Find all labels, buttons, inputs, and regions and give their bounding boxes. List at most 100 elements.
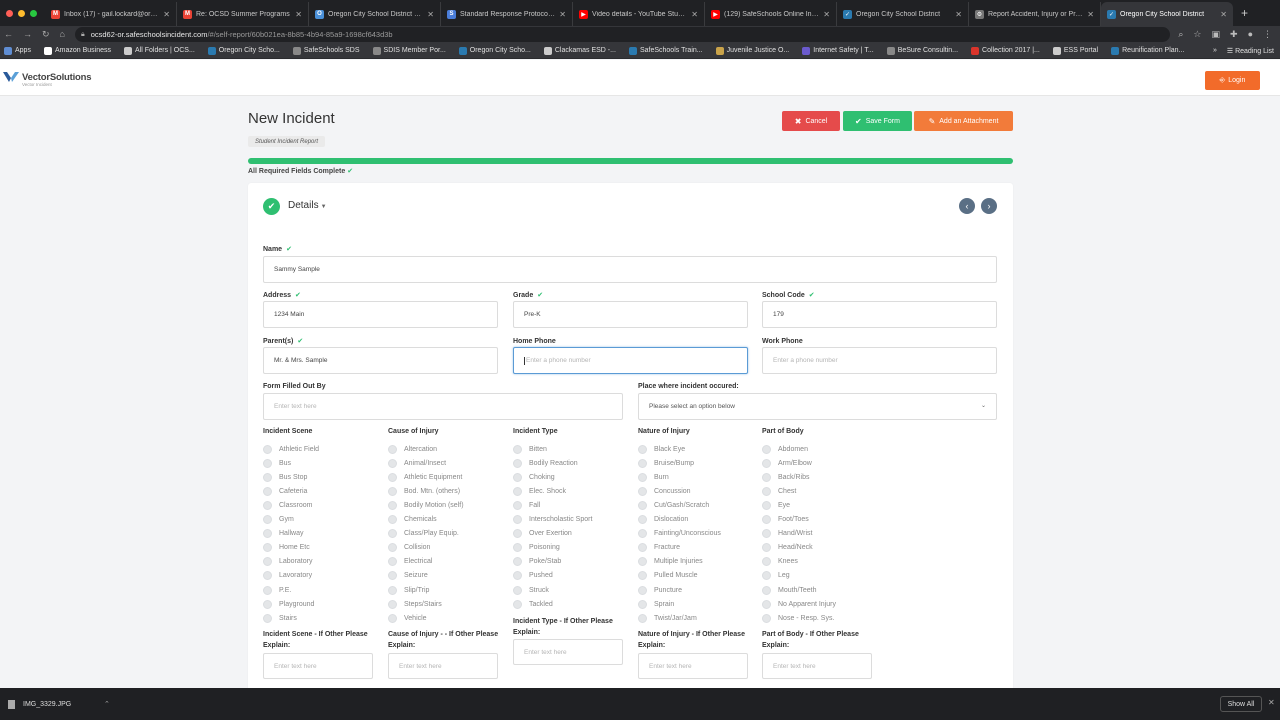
close-tab-icon[interactable]: ✕: [1087, 10, 1094, 19]
menu-icon[interactable]: ⋮: [1263, 29, 1272, 40]
option-radio[interactable]: Nose - Resp. Sys.: [762, 613, 834, 623]
radio-circle-icon[interactable]: [762, 444, 771, 454]
radio-circle-icon[interactable]: [762, 613, 771, 623]
bookmark-item[interactable]: Amazon Business: [43, 46, 111, 55]
bookmark-item[interactable]: Oregon City Scho...: [458, 46, 531, 55]
close-tab-icon[interactable]: ✕: [295, 10, 302, 19]
option-radio[interactable]: Tackled: [513, 599, 553, 609]
radio-circle-icon[interactable]: [388, 500, 397, 510]
option-radio[interactable]: Bodily Reaction: [513, 458, 578, 468]
bookmark-item[interactable]: Collection 2017 |...: [971, 46, 1040, 55]
browser-tab[interactable]: ✓ Oregon City School District ✕: [837, 2, 969, 26]
bookmark-item[interactable]: Reunification Plan...: [1111, 46, 1184, 55]
puzzle-icon[interactable]: ✚: [1230, 29, 1238, 40]
radio-circle-icon[interactable]: [513, 500, 522, 510]
radio-circle-icon[interactable]: [388, 515, 397, 524]
work-phone-input[interactable]: Enter a phone number: [762, 347, 997, 374]
option-radio[interactable]: Classroom: [263, 500, 312, 510]
radio-circle-icon[interactable]: [263, 571, 272, 581]
close-tab-icon[interactable]: ✕: [1220, 10, 1227, 19]
browser-tab[interactable]: ▶ (129) SafeSchools Online Incid ✕: [705, 2, 837, 26]
option-radio[interactable]: Cafeteria: [263, 486, 307, 496]
search-icon[interactable]: ⌕: [1178, 29, 1183, 40]
radio-circle-icon[interactable]: [638, 585, 647, 595]
option-radio[interactable]: Athletic Equipment: [388, 472, 462, 482]
close-tab-icon[interactable]: ✕: [955, 10, 962, 19]
radio-circle-icon[interactable]: [762, 500, 771, 510]
option-radio[interactable]: Dislocation: [638, 515, 688, 525]
radio-circle-icon[interactable]: [263, 444, 272, 454]
option-radio[interactable]: Back/Ribs: [762, 472, 810, 482]
radio-circle-icon[interactable]: [762, 458, 771, 468]
radio-circle-icon[interactable]: [638, 529, 647, 539]
radio-circle-icon[interactable]: [263, 486, 272, 496]
radio-circle-icon[interactable]: [263, 557, 272, 567]
radio-circle-icon[interactable]: [762, 571, 771, 581]
bookmark-item[interactable]: Oregon City Scho...: [207, 46, 280, 55]
explain-input[interactable]: Enter text here: [638, 653, 748, 679]
explain-input[interactable]: Enter text here: [513, 639, 623, 665]
option-radio[interactable]: Gym: [263, 515, 294, 525]
radio-circle-icon[interactable]: [638, 613, 647, 623]
explain-input[interactable]: Enter text here: [388, 653, 498, 679]
option-radio[interactable]: Pushed: [513, 571, 553, 581]
option-radio[interactable]: Mouth/Teeth: [762, 585, 817, 595]
login-button[interactable]: ⎆ Login: [1205, 71, 1260, 90]
bookmark-item[interactable]: Clackamas ESD -...: [543, 46, 616, 55]
radio-circle-icon[interactable]: [513, 472, 522, 482]
option-radio[interactable]: Head/Neck: [762, 543, 813, 553]
radio-circle-icon[interactable]: [513, 444, 522, 454]
option-radio[interactable]: Fall: [513, 500, 540, 510]
show-all-downloads-button[interactable]: Show All: [1220, 696, 1262, 712]
radio-circle-icon[interactable]: [638, 486, 647, 496]
option-radio[interactable]: Puncture: [638, 585, 682, 595]
radio-circle-icon[interactable]: [638, 500, 647, 510]
next-section-button[interactable]: ›: [981, 198, 997, 214]
radio-circle-icon[interactable]: [638, 472, 647, 482]
option-radio[interactable]: Hand/Wrist: [762, 529, 813, 539]
option-radio[interactable]: Chest: [762, 486, 796, 496]
option-radio[interactable]: Bod. Mtn. (others): [388, 486, 460, 496]
option-radio[interactable]: Stairs: [263, 613, 297, 623]
option-radio[interactable]: Cut/Gash/Scratch: [638, 500, 709, 510]
add-attachment-button[interactable]: ✎ Add an Attachment: [914, 111, 1013, 131]
parents-input[interactable]: Mr. & Mrs. Sample: [263, 347, 498, 374]
radio-circle-icon[interactable]: [263, 472, 272, 482]
radio-circle-icon[interactable]: [513, 571, 522, 581]
radio-circle-icon[interactable]: [762, 557, 771, 567]
filled-by-input[interactable]: Enter text here: [263, 393, 623, 420]
option-radio[interactable]: Foot/Toes: [762, 515, 809, 525]
reading-list-button[interactable]: ☰ Reading List: [1227, 47, 1274, 55]
browser-tab[interactable]: ⚙ Report Accident, Injury or Prop ✕: [969, 2, 1101, 26]
radio-circle-icon[interactable]: [263, 599, 272, 609]
option-radio[interactable]: Twist/Jar/Jam: [638, 613, 697, 623]
browser-tab[interactable]: M Re: OCSD Summer Programs ✕: [177, 2, 309, 26]
radio-circle-icon[interactable]: [513, 486, 522, 496]
address-bar[interactable]: 🔒︎ ocsd62-or.safeschoolsincident.com/#/s…: [74, 27, 1171, 42]
radio-circle-icon[interactable]: [263, 458, 272, 468]
option-radio[interactable]: Athletic Field: [263, 444, 319, 454]
bookmark-item[interactable]: Juvenile Justice O...: [715, 46, 789, 55]
back-arrow-icon[interactable]: ←: [4, 29, 13, 40]
option-radio[interactable]: Lavoratory: [263, 571, 312, 581]
option-radio[interactable]: Bitten: [513, 444, 547, 454]
radio-circle-icon[interactable]: [513, 585, 522, 595]
download-item[interactable]: IMG_3329.JPG: [0, 699, 110, 709]
forward-arrow-icon[interactable]: →: [23, 29, 32, 40]
option-radio[interactable]: Hallway: [263, 529, 304, 539]
radio-circle-icon[interactable]: [638, 557, 647, 567]
radio-circle-icon[interactable]: [388, 557, 397, 567]
option-radio[interactable]: Home Etc: [263, 543, 310, 553]
browser-tab[interactable]: O Oregon City School District - O ✕: [309, 2, 441, 26]
option-radio[interactable]: Over Exertion: [513, 529, 572, 539]
incident-place-select[interactable]: Please select an option below ⌄: [638, 393, 997, 420]
radio-circle-icon[interactable]: [263, 500, 272, 510]
radio-circle-icon[interactable]: [638, 543, 647, 553]
radio-circle-icon[interactable]: [762, 515, 771, 524]
radio-circle-icon[interactable]: [263, 613, 272, 623]
radio-circle-icon[interactable]: [638, 571, 647, 581]
grade-input[interactable]: Pre-K: [513, 301, 748, 328]
radio-circle-icon[interactable]: [388, 472, 397, 482]
close-icon[interactable]: ✕: [1268, 698, 1275, 707]
option-radio[interactable]: Black Eye: [638, 444, 685, 454]
